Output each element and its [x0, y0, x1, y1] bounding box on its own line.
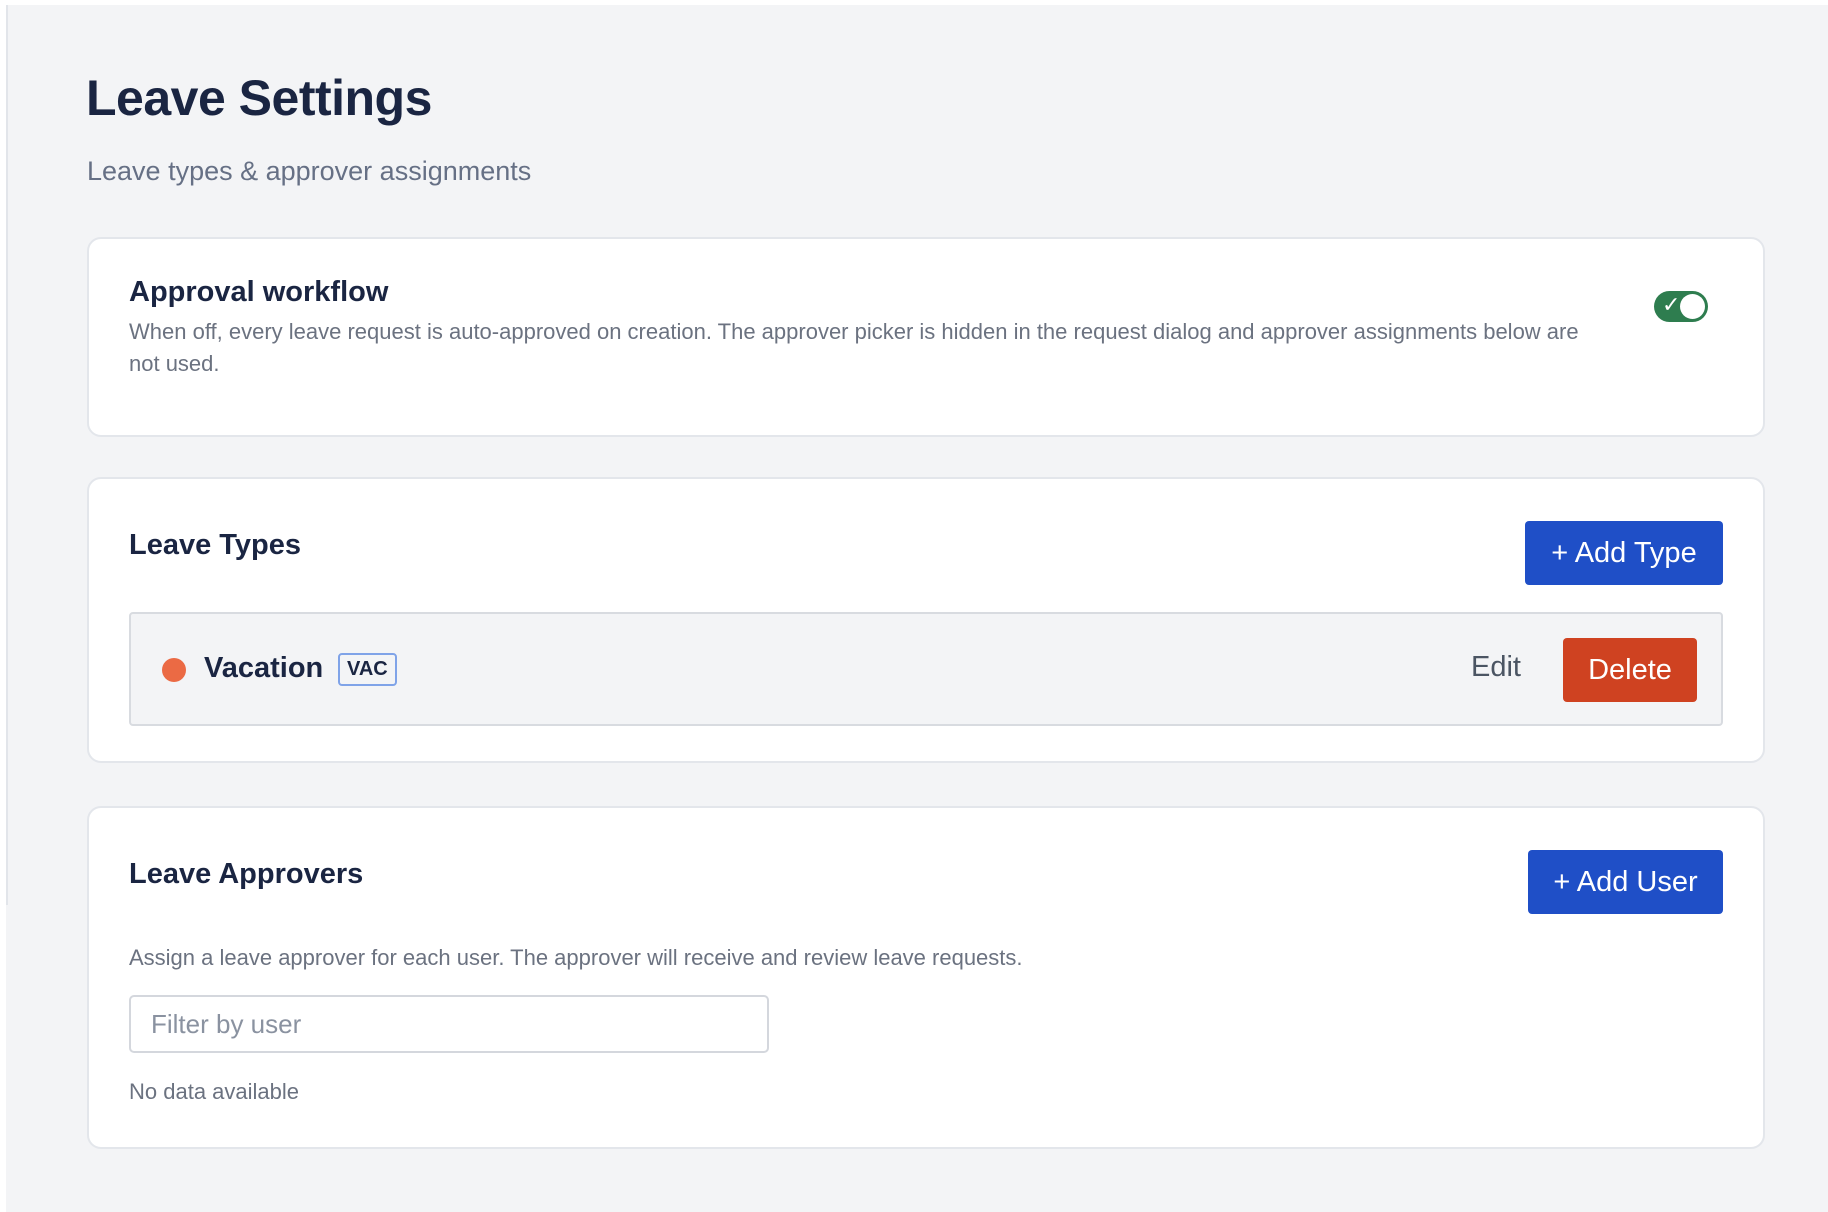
toggle-knob — [1680, 294, 1705, 319]
add-user-button[interactable]: + Add User — [1528, 850, 1723, 914]
leave-types-title: Leave Types — [129, 529, 301, 561]
leave-type-color-dot — [162, 658, 186, 682]
filter-by-user-input[interactable] — [129, 995, 769, 1053]
page-title: Leave Settings — [86, 70, 432, 126]
leave-types-card: Leave Types + Add Type Vacation VAC Edit… — [87, 477, 1765, 763]
sidebar-divider — [6, 5, 8, 905]
edit-leave-type-button[interactable]: Edit — [1471, 651, 1521, 684]
leave-type-row: Vacation VAC Edit Delete — [129, 612, 1723, 726]
leave-type-name: Vacation — [204, 652, 324, 684]
empty-state-text: No data available — [129, 1079, 300, 1104]
page-subtitle: Leave types & approver assignments — [87, 156, 532, 186]
check-icon: ✓ — [1662, 293, 1681, 318]
leave-approvers-title: Leave Approvers — [129, 858, 364, 890]
approval-workflow-title: Approval workflow — [129, 276, 389, 308]
add-type-button[interactable]: + Add Type — [1525, 521, 1723, 585]
settings-page: Leave Settings Leave types & approver as… — [6, 5, 1828, 1212]
approval-workflow-card: Approval workflow When off, every leave … — [87, 237, 1765, 437]
approval-workflow-description: When off, every leave request is auto-ap… — [129, 319, 1579, 376]
leave-approvers-card: Leave Approvers + Add User Assign a leav… — [87, 806, 1765, 1149]
approval-workflow-toggle[interactable]: ✓ — [1654, 291, 1708, 322]
delete-leave-type-button[interactable]: Delete — [1563, 638, 1697, 702]
leave-type-code-badge: VAC — [338, 653, 397, 686]
leave-approvers-description: Assign a leave approver for each user. T… — [129, 945, 1023, 970]
